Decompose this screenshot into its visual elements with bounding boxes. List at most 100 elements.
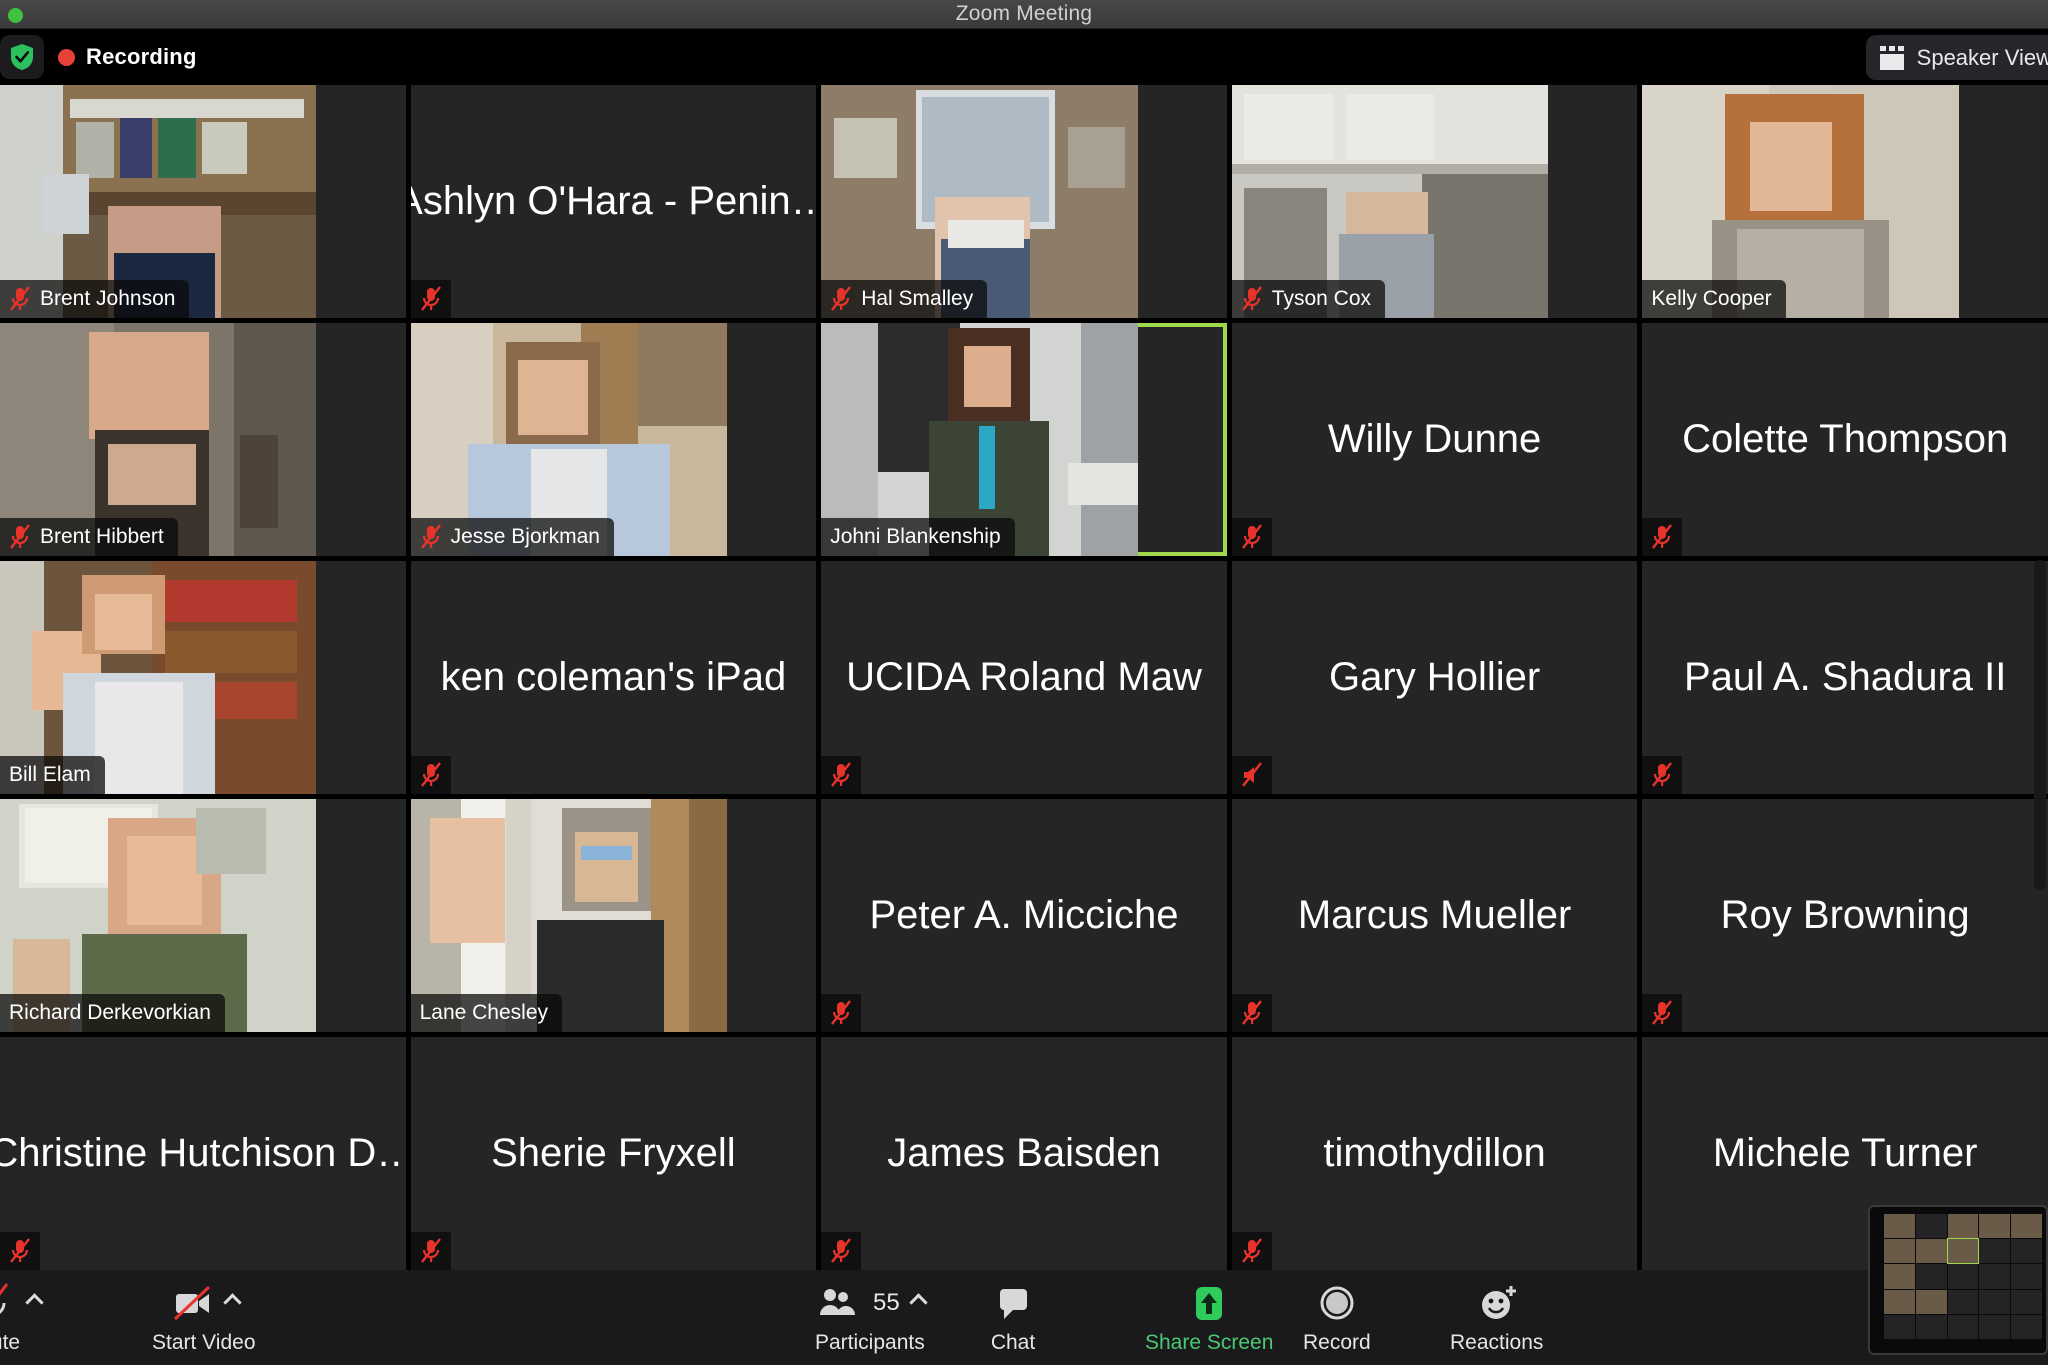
participant-tile[interactable]: Marcus Mueller (1231, 799, 1638, 1032)
participant-tile[interactable]: Christine Hutchison D… (0, 1037, 406, 1270)
video-region (1749, 122, 1833, 211)
pip-tile (1947, 1314, 1979, 1339)
gallery-scrollbar[interactable] (2034, 560, 2046, 890)
video-region (202, 122, 247, 174)
toolbar-mute-button[interactable]: ute (0, 1270, 44, 1365)
video-region (164, 630, 298, 673)
recording-dot-icon (58, 48, 75, 66)
participant-tile[interactable]: Ashlyn O'Hara - Penin… (410, 85, 817, 318)
participant-tile[interactable]: Paul A. Shadura II (1642, 561, 2048, 794)
participant-name-bar: Brent Johnson (0, 280, 190, 318)
chat-bubble-icon (990, 1281, 1036, 1325)
participant-name-bar: Lane Chesley (410, 994, 563, 1032)
pip-tile (1915, 1314, 1947, 1339)
mute-indicator (1642, 756, 1683, 794)
participant-tile[interactable]: Johni Blankenship (821, 323, 1227, 556)
pip-tile (2011, 1264, 2042, 1289)
toolbar-record-button[interactable]: Record (1303, 1270, 1371, 1365)
video-region (126, 836, 203, 925)
microphone-muted-icon (1241, 524, 1262, 549)
microphone-muted-icon (1652, 524, 1673, 549)
participant-tile[interactable]: Richard Derkevorkian (0, 799, 406, 1032)
toolbar-icon-row: 55 (815, 1281, 928, 1325)
participant-name-bar: Bill Elam (0, 756, 105, 794)
window-traffic-lights[interactable] (8, 8, 23, 23)
video-region (88, 332, 209, 440)
participant-tile[interactable]: Lane Chesley (410, 799, 817, 1032)
participant-tile[interactable]: James Baisden (821, 1037, 1227, 1270)
toolbar-chat-button[interactable]: Chat (990, 1270, 1036, 1365)
participant-tile[interactable]: Sherie Fryxell (410, 1037, 817, 1270)
pip-tile (1979, 1214, 2011, 1239)
pip-tile (1884, 1239, 1915, 1264)
participant-tile[interactable]: UCIDA Roland Maw (821, 561, 1227, 794)
participants-count: 55 (873, 1288, 900, 1316)
participant-name-bar: Tyson Cox (1231, 280, 1386, 318)
participant-name-bar: Jesse Bjorkman (410, 518, 614, 556)
participant-tile[interactable]: Brent Hibbert (0, 323, 406, 556)
video-region (107, 444, 197, 505)
mute-indicator (410, 1232, 451, 1270)
mute-indicator (1231, 1232, 1272, 1270)
toolbar-reactions-button[interactable]: Reactions (1450, 1270, 1543, 1365)
participant-name: James Baisden (887, 1131, 1161, 1175)
mute-indicator (1231, 994, 1272, 1032)
participant-tile[interactable]: ken coleman's iPad (410, 561, 817, 794)
participant-name-bar: Johni Blankenship (821, 518, 1015, 556)
participant-tile[interactable]: timothydillon (1231, 1037, 1638, 1270)
toolbar-reactions-label: Reactions (1450, 1330, 1544, 1354)
participant-tile[interactable]: Bill Elam (0, 561, 406, 794)
participant-tile[interactable]: Gary Hollier (1231, 561, 1638, 794)
record-circle-icon (1314, 1281, 1360, 1325)
video-region (963, 346, 1011, 407)
security-shield-check-icon[interactable] (0, 35, 44, 79)
toolbar-participants-label: Participants (815, 1330, 925, 1354)
participant-name: Christine Hutchison D… (0, 1131, 406, 1175)
microphone-muted-icon (831, 1238, 852, 1263)
toolbar-icon-row (1186, 1281, 1232, 1325)
microphone-muted-icon (831, 286, 852, 311)
toolbar-video-button[interactable]: Start Video (152, 1270, 256, 1365)
participant-name: UCIDA Roland Maw (846, 655, 1202, 699)
pip-tile (1915, 1239, 1947, 1264)
shield-glyph (11, 44, 33, 70)
pip-tile (2011, 1214, 2042, 1239)
mute-indicator (410, 756, 451, 794)
video-region (979, 425, 996, 510)
participant-name: Brent Johnson (40, 287, 176, 310)
toolbar-share-button[interactable]: Share Screen (1145, 1270, 1273, 1365)
pip-tile (1884, 1214, 1915, 1239)
participant-name-bar: Richard Derkevorkian (0, 994, 225, 1032)
chevron-up-icon[interactable] (25, 1293, 44, 1312)
chevron-up-icon[interactable] (223, 1293, 242, 1312)
window-title: Zoom Meeting (955, 2, 1093, 25)
chevron-up-icon[interactable] (909, 1293, 928, 1312)
toolbar-share-label: Share Screen (1145, 1330, 1274, 1354)
participant-tile[interactable]: Brent Johnson (0, 85, 406, 318)
participants-icon (815, 1281, 861, 1325)
pip-tile (1915, 1214, 1947, 1239)
pip-tile (1915, 1289, 1947, 1314)
participant-name-bar: Hal Smalley (821, 280, 988, 318)
participant-tile[interactable]: Peter A. Micciche (821, 799, 1227, 1032)
window-titlebar: Zoom Meeting (0, 0, 2048, 29)
video-region (44, 173, 89, 235)
participant-name: ken coleman's iPad (440, 655, 787, 699)
participant-tile[interactable]: Tyson Cox (1231, 85, 1638, 318)
participant-tile[interactable]: Jesse Bjorkman (410, 323, 817, 556)
participant-tile[interactable]: Hal Smalley (821, 85, 1227, 318)
window-green-button[interactable] (8, 8, 23, 23)
toolbar-participants-button[interactable]: 55 Participants (815, 1270, 928, 1365)
pip-tile (1979, 1289, 2011, 1314)
speaker-view-button[interactable]: Speaker View (1865, 35, 2048, 80)
speaker-view-label: Speaker View (1916, 44, 2048, 70)
meeting-preview-thumbnail[interactable] (1868, 1205, 2048, 1355)
participant-tile[interactable]: Willy Dunne (1231, 323, 1638, 556)
participant-tile[interactable]: Roy Browning (1642, 799, 2048, 1032)
microphone-muted-icon (420, 762, 441, 787)
pip-tile (1979, 1314, 2011, 1339)
participant-tile[interactable]: Colette Thompson (1642, 323, 2048, 556)
mute-indicator (1642, 518, 1683, 556)
participant-tile[interactable]: Kelly Cooper (1642, 85, 2048, 318)
microphone-muted-icon (0, 1281, 16, 1325)
